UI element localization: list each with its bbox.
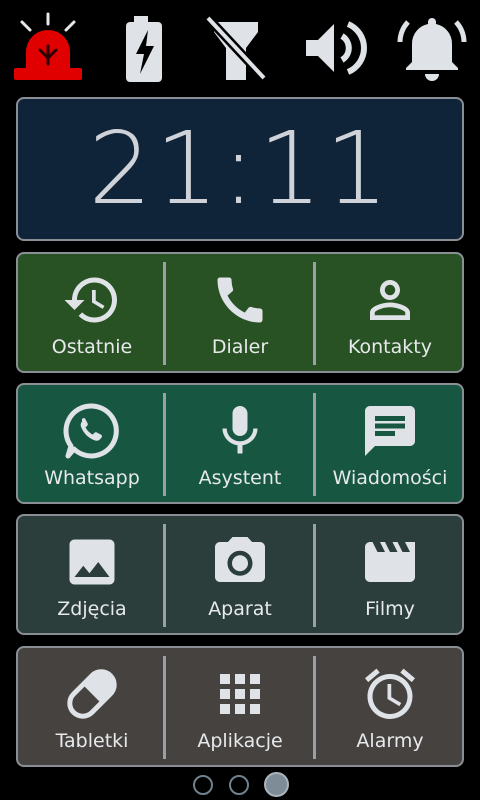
tile-label: Tabletki xyxy=(55,730,129,752)
notification-bell-icon[interactable] xyxy=(394,12,470,84)
tile-label: Wiadomości xyxy=(332,467,448,489)
clock-time: 21:11 xyxy=(88,110,392,227)
movie-clapper-icon xyxy=(360,532,420,592)
phone-icon xyxy=(210,270,270,330)
tile-camera[interactable]: Aparat xyxy=(166,516,314,633)
clock-panel[interactable]: 21:11 xyxy=(16,97,464,241)
status-bar xyxy=(0,0,480,92)
volume-icon[interactable] xyxy=(298,12,374,84)
tile-movies[interactable]: Filmy xyxy=(316,516,464,633)
page-dot-2[interactable] xyxy=(229,775,249,795)
camera-icon xyxy=(210,532,270,592)
tile-contacts[interactable]: Kontakty xyxy=(316,254,464,371)
page-dot-3-active[interactable] xyxy=(264,772,289,797)
tile-label: Dialer xyxy=(211,336,269,358)
photo-icon xyxy=(62,532,122,592)
alarm-siren-icon[interactable] xyxy=(10,12,86,84)
alarm-clock-icon xyxy=(360,664,420,724)
message-icon xyxy=(360,401,420,461)
microphone-icon xyxy=(210,401,270,461)
tile-label: Filmy xyxy=(365,598,415,620)
tile-dialer[interactable]: Dialer xyxy=(166,254,314,371)
tile-label: Whatsapp xyxy=(44,467,140,489)
tile-recent-calls[interactable]: Ostatnie xyxy=(18,254,166,371)
tile-label: Asystent xyxy=(198,467,282,489)
tile-messages[interactable]: Wiadomości xyxy=(316,385,464,502)
tile-apps[interactable]: Aplikacje xyxy=(166,648,314,765)
battery-charging-icon xyxy=(106,12,182,84)
tile-row-tools: Tabletki Aplikacje Alarmy xyxy=(16,646,464,767)
pill-icon xyxy=(62,664,122,724)
tile-photos[interactable]: Zdjęcia xyxy=(18,516,166,633)
tile-assistant[interactable]: Asystent xyxy=(166,385,314,502)
tile-label: Ostatnie xyxy=(51,336,133,358)
tile-whatsapp[interactable]: Whatsapp xyxy=(18,385,166,502)
tile-row-messaging: Whatsapp Asystent Wiadomości xyxy=(16,383,464,504)
page-indicator xyxy=(0,771,480,797)
tile-pills[interactable]: Tabletki xyxy=(18,648,166,765)
tile-label: Kontakty xyxy=(348,336,432,358)
tile-label: Aplikacje xyxy=(197,730,283,752)
apps-grid-icon xyxy=(210,664,270,724)
tile-label: Aparat xyxy=(208,598,272,620)
tile-row-communication: Ostatnie Dialer Kontakty xyxy=(16,252,464,373)
flashlight-off-icon[interactable] xyxy=(198,12,274,84)
whatsapp-icon xyxy=(62,401,122,461)
tile-row-media: Zdjęcia Aparat Filmy xyxy=(16,514,464,635)
history-icon xyxy=(62,270,122,330)
tile-label: Zdjęcia xyxy=(57,598,127,620)
tile-label: Alarmy xyxy=(356,730,424,752)
tile-alarms[interactable]: Alarmy xyxy=(316,648,464,765)
page-dot-1[interactable] xyxy=(193,775,213,795)
contact-person-icon xyxy=(360,270,420,330)
